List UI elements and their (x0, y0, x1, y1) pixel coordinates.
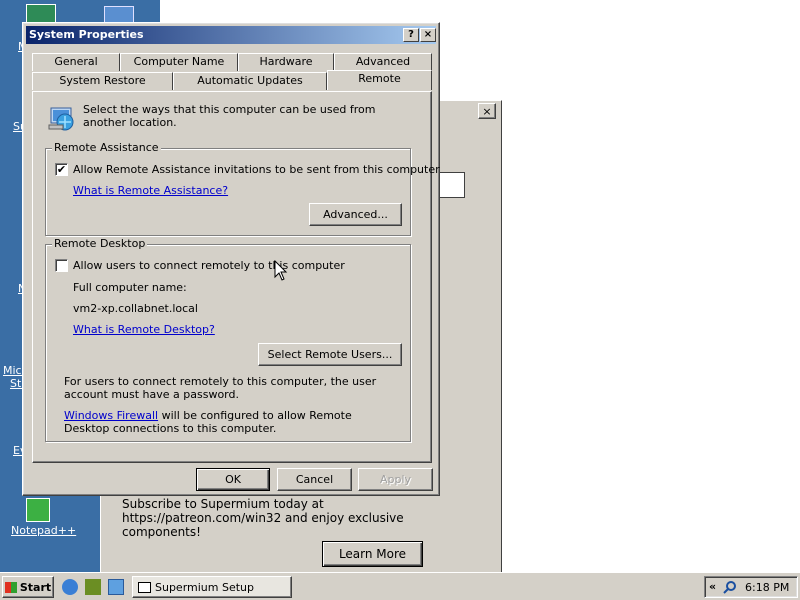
remote-desktop-title: Remote Desktop (52, 237, 148, 250)
remote-desktop-group: Remote Desktop Allow users to connect re… (45, 237, 411, 442)
remote-computer-icon (45, 102, 77, 134)
supermium-close-button[interactable]: × (478, 103, 496, 119)
what-is-remote-desktop-link[interactable]: What is Remote Desktop? (73, 323, 215, 336)
search-icon[interactable] (723, 580, 737, 594)
tab-computer-name[interactable]: Computer Name (120, 53, 238, 71)
windows-logo-icon (4, 581, 17, 593)
window-icon (138, 582, 151, 593)
allow-remote-assistance-label[interactable]: Allow Remote Assistance invitations to b… (73, 163, 440, 176)
apply-button[interactable]: Apply (358, 468, 433, 491)
select-remote-users-button[interactable]: Select Remote Users... (258, 343, 402, 366)
firewall-note: Windows Firewall will be configured to a… (64, 409, 394, 435)
tab-hardware[interactable]: Hardware (238, 53, 334, 71)
system-tray: « 6:18 PM (704, 576, 798, 598)
tray-expand-chevron[interactable]: « (709, 580, 716, 593)
supermium-promo-text: Subscribe to Supermium today at https://… (122, 497, 404, 539)
desktop-label-notepad[interactable]: Notepad++ (11, 524, 76, 537)
password-note: For users to connect remotely to this co… (64, 375, 377, 401)
taskbar: Start Supermium Setup « 6:18 PM (0, 572, 800, 600)
tab-general[interactable]: General (32, 53, 120, 71)
allow-remote-desktop-checkbox[interactable] (55, 259, 68, 272)
remote-tab-panel: Select the ways that this computer can b… (32, 91, 440, 463)
cancel-button[interactable]: Cancel (277, 468, 352, 491)
full-computer-name-value: vm2-xp.collabnet.local (73, 302, 198, 315)
remote-assistance-title: Remote Assistance (52, 141, 161, 154)
tab-advanced[interactable]: Advanced (334, 53, 432, 71)
dialog-title: System Properties (29, 28, 144, 41)
full-computer-name-label: Full computer name: (73, 281, 187, 294)
clock[interactable]: 6:18 PM (745, 581, 789, 594)
notepad-plus-plus-icon[interactable] (26, 498, 50, 522)
mouse-cursor (274, 259, 288, 282)
quick-launch-desktop-icon[interactable] (85, 579, 101, 595)
allow-remote-desktop-label[interactable]: Allow users to connect remotely to this … (73, 259, 345, 272)
tab-automatic-updates[interactable]: Automatic Updates (173, 72, 327, 90)
remote-intro-text: Select the ways that this computer can b… (83, 103, 376, 129)
windows-firewall-link[interactable]: Windows Firewall (64, 409, 158, 422)
supermium-text-field[interactable] (437, 172, 465, 198)
tab-remote[interactable]: Remote (327, 70, 432, 90)
dialog-titlebar[interactable]: System Properties ? × (26, 26, 436, 44)
start-button[interactable]: Start (2, 576, 54, 598)
remote-assistance-group: Remote Assistance ✔ Allow Remote Assista… (45, 141, 440, 236)
advanced-button[interactable]: Advanced... (309, 203, 402, 226)
allow-remote-assistance-checkbox[interactable]: ✔ (55, 163, 68, 176)
help-button[interactable]: ? (403, 28, 419, 42)
system-properties-dialog: System Properties ? × General Computer N… (22, 22, 440, 496)
learn-more-button[interactable]: Learn More (322, 541, 423, 567)
ok-button[interactable]: OK (196, 468, 270, 491)
quick-launch-ie-icon[interactable] (62, 579, 78, 595)
tab-system-restore[interactable]: System Restore (32, 72, 173, 90)
taskbar-item-supermium-setup[interactable]: Supermium Setup (132, 576, 292, 598)
quick-launch-explorer-icon[interactable] (108, 579, 124, 595)
what-is-remote-assistance-link[interactable]: What is Remote Assistance? (73, 184, 228, 197)
dialog-close-button[interactable]: × (420, 28, 436, 42)
